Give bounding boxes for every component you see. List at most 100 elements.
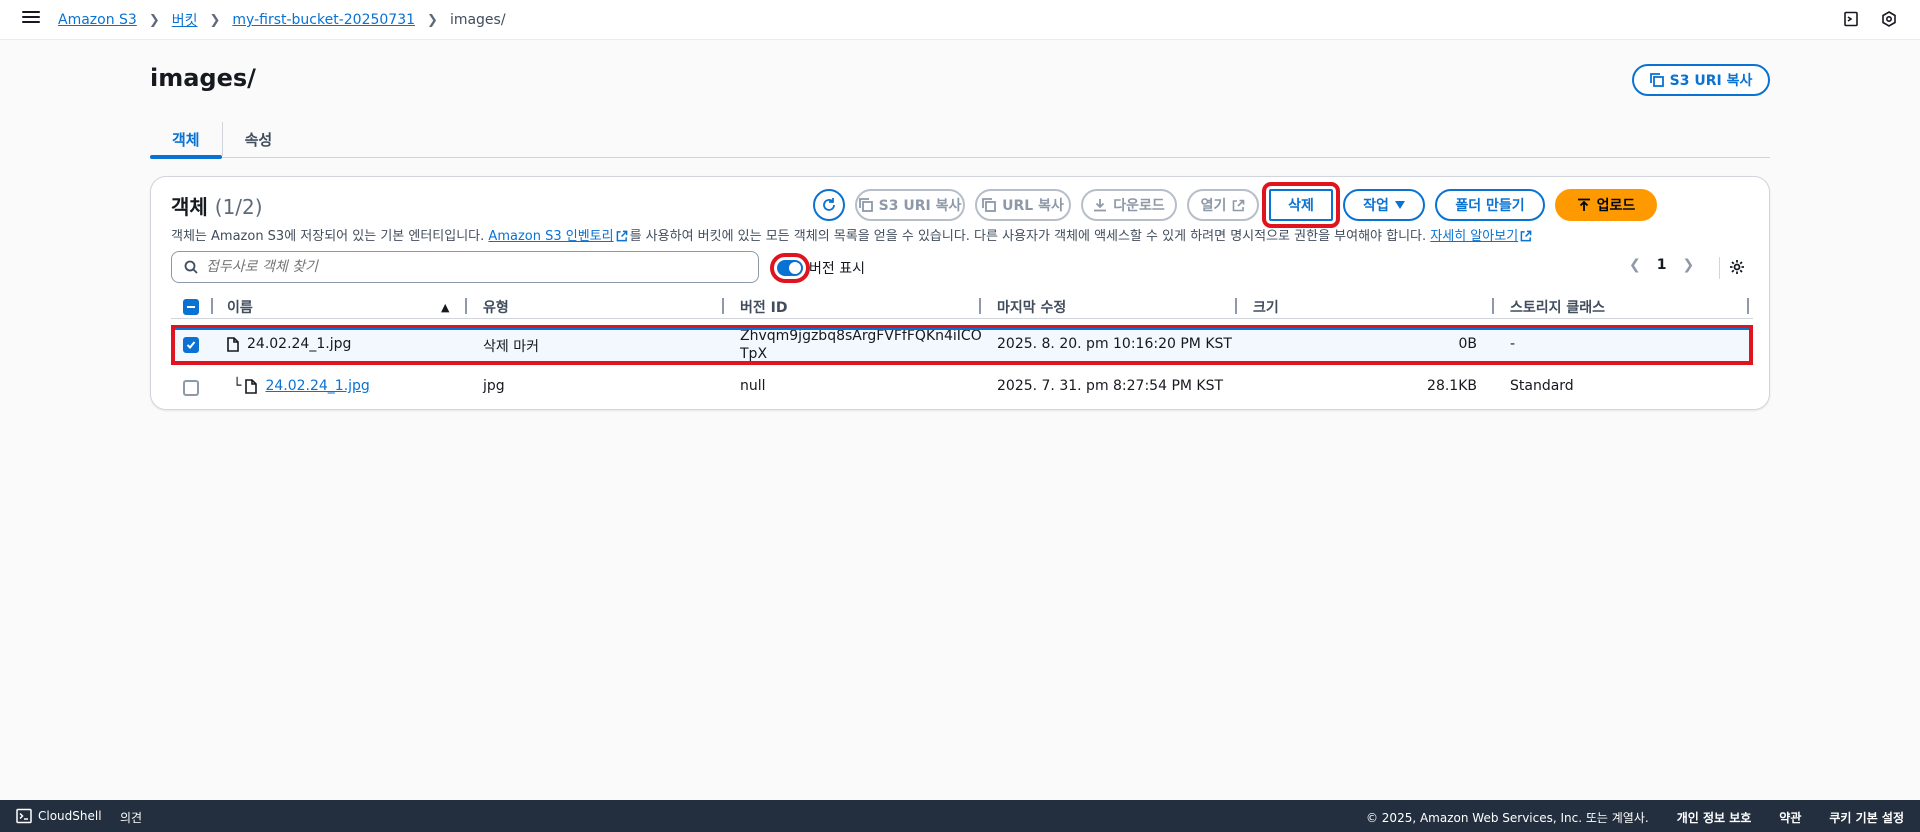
objects-toolbar: S3 URI 복사 URL 복사 다운로드 열기 삭제 작업 폴더 만들기 업로… <box>855 182 1657 228</box>
create-folder-label: 폴더 만들기 <box>1455 198 1525 214</box>
row-size: 28.1KB <box>1427 378 1477 394</box>
breadcrumb-buckets[interactable]: 버킷 <box>172 10 198 30</box>
cloudshell-label: CloudShell <box>38 809 102 823</box>
column-divider <box>1492 298 1494 314</box>
download-button[interactable]: 다운로드 <box>1081 189 1177 221</box>
external-link-icon <box>1233 199 1245 211</box>
copy-s3-uri-button[interactable]: S3 URI 복사 <box>855 189 965 221</box>
breadcrumb-amazon-s3[interactable]: Amazon S3 <box>58 12 137 28</box>
chevron-right-icon: ❯ <box>148 12 160 28</box>
page-number[interactable]: 1 <box>1657 257 1667 273</box>
chevron-left-icon[interactable]: ❮ <box>1629 257 1641 273</box>
chevron-right-icon: ❯ <box>427 12 438 28</box>
table-header: 이름 ▲ 유형 버전 ID 마지막 수정 크기 스토리지 클래스 <box>171 295 1753 319</box>
objects-count: (1/2) <box>214 195 263 219</box>
description-prefix: 객체는 Amazon S3에 저장되어 있는 기본 엔터티입니다. <box>171 229 485 244</box>
upload-label: 업로드 <box>1596 198 1636 214</box>
table-row[interactable]: └ 24.02.24_1.jpg jpg null 2025. 7. 31. p… <box>171 377 1753 399</box>
select-all-checkbox[interactable] <box>183 297 199 317</box>
column-name[interactable]: 이름 <box>227 297 253 317</box>
copy-icon <box>982 198 997 212</box>
column-divider <box>722 298 724 314</box>
notes-icon[interactable] <box>1842 10 1860 28</box>
row-storage-class: Standard <box>1510 378 1574 394</box>
copy-url-label: URL 복사 <box>1002 198 1064 214</box>
open-label: 열기 <box>1200 198 1227 214</box>
upload-icon <box>1577 198 1590 211</box>
show-versions-toggle[interactable] <box>770 253 810 283</box>
row-version-id: null <box>740 378 766 394</box>
row-last-modified: 2025. 7. 31. pm 8:27:54 PM KST <box>997 378 1224 394</box>
copy-url-button[interactable]: URL 복사 <box>975 189 1071 221</box>
row-type: jpg <box>483 378 505 394</box>
version-tree-icon: └ <box>233 378 242 394</box>
column-size[interactable]: 크기 <box>1253 297 1279 317</box>
column-divider <box>979 298 981 314</box>
settings-hex-icon[interactable] <box>1880 10 1898 28</box>
open-button[interactable]: 열기 <box>1187 189 1259 221</box>
chevron-right-icon[interactable]: ❯ <box>1682 257 1694 273</box>
column-divider <box>1235 298 1237 314</box>
column-storage-class[interactable]: 스토리지 클래스 <box>1510 297 1605 317</box>
cookie-preferences-link[interactable]: 쿠키 기본 설정 <box>1829 809 1904 826</box>
show-versions: 버전 표시 <box>770 253 865 283</box>
download-label: 다운로드 <box>1113 198 1165 214</box>
minus-icon <box>187 306 195 308</box>
selected-row-highlight <box>171 325 1753 365</box>
actions-dropdown[interactable]: 작업 <box>1343 189 1425 221</box>
breadcrumb-current: images/ <box>449 12 506 28</box>
copyright: © 2025, Amazon Web Services, Inc. 또는 계열사… <box>1365 811 1649 825</box>
top-navigation: Amazon S3 ❯ 버킷 ❯ my-first-bucket-2025073… <box>0 0 1920 40</box>
refresh-icon <box>823 198 835 211</box>
page-title: images/ <box>150 64 256 92</box>
create-folder-button[interactable]: 폴더 만들기 <box>1435 189 1545 221</box>
feedback-link[interactable]: 의견 <box>120 809 142 826</box>
objects-panel: 객체 (1/2) S3 URI 복사 URL 복사 다운로드 열기 삭제 작업 <box>150 176 1770 410</box>
terms-link[interactable]: 약관 <box>1779 809 1801 826</box>
pager-divider <box>1719 257 1720 279</box>
breadcrumb-bucket[interactable]: my-first-bucket-20250731 <box>232 12 415 28</box>
refresh-button[interactable] <box>813 189 845 221</box>
objects-title: 객체 <box>171 195 208 219</box>
privacy-link[interactable]: 개인 정보 보호 <box>1677 809 1752 826</box>
search-box[interactable] <box>171 251 759 283</box>
copy-icon <box>858 198 873 212</box>
tab-objects[interactable]: 객체 <box>150 120 222 159</box>
column-type[interactable]: 유형 <box>483 297 509 317</box>
description-mid: 를 사용하여 버킷에 있는 모든 객체의 목록을 얻을 수 있습니다. 다른 사… <box>629 229 1427 244</box>
sort-ascending-icon[interactable]: ▲ <box>441 297 449 317</box>
copy-icon <box>1649 73 1664 87</box>
column-last-modified[interactable]: 마지막 수정 <box>997 297 1066 317</box>
column-divider <box>1747 298 1749 314</box>
copy-s3-uri-label: S3 URI 복사 <box>878 198 962 214</box>
breadcrumb: Amazon S3 ❯ 버킷 ❯ my-first-bucket-2025073… <box>58 10 506 30</box>
search-input[interactable] <box>206 259 746 275</box>
row-name: └ 24.02.24_1.jpg <box>233 378 370 394</box>
footer-links: © 2025, Amazon Web Services, Inc. 또는 계열사… <box>1366 809 1904 826</box>
column-divider <box>465 298 467 314</box>
learn-more-link[interactable]: 자세히 알아보기 <box>1430 229 1518 244</box>
row-checkbox[interactable] <box>183 380 199 396</box>
terminal-icon <box>16 808 32 824</box>
upload-button[interactable]: 업로드 <box>1555 189 1657 221</box>
actions-label: 작업 <box>1363 198 1389 214</box>
footer: CloudShell 의견 © 2025, Amazon Web Service… <box>0 800 1920 832</box>
chevron-right-icon: ❯ <box>209 12 221 28</box>
inventory-link[interactable]: Amazon S3 인벤토리 <box>488 229 613 244</box>
tab-properties[interactable]: 속성 <box>223 120 295 158</box>
delete-label: 삭제 <box>1288 198 1314 214</box>
delete-button[interactable]: 삭제 <box>1262 182 1340 228</box>
external-link-icon <box>616 230 627 242</box>
file-icon <box>245 378 258 394</box>
copy-s3-uri-header-label: S3 URI 복사 <box>1669 73 1753 89</box>
gear-icon[interactable] <box>1729 259 1745 279</box>
external-link-icon <box>1520 230 1532 242</box>
column-version-id[interactable]: 버전 ID <box>740 297 787 317</box>
cloudshell-button[interactable]: CloudShell <box>16 808 102 824</box>
column-divider <box>211 298 213 314</box>
objects-description: 객체는 Amazon S3에 저장되어 있는 기본 엔터티입니다. Amazon… <box>171 225 1761 244</box>
tabs: 객체 속성 <box>150 120 1770 159</box>
row-name-link[interactable]: 24.02.24_1.jpg <box>265 378 369 394</box>
copy-s3-uri-header-button[interactable]: S3 URI 복사 <box>1632 64 1770 96</box>
menu-icon[interactable] <box>22 8 40 26</box>
